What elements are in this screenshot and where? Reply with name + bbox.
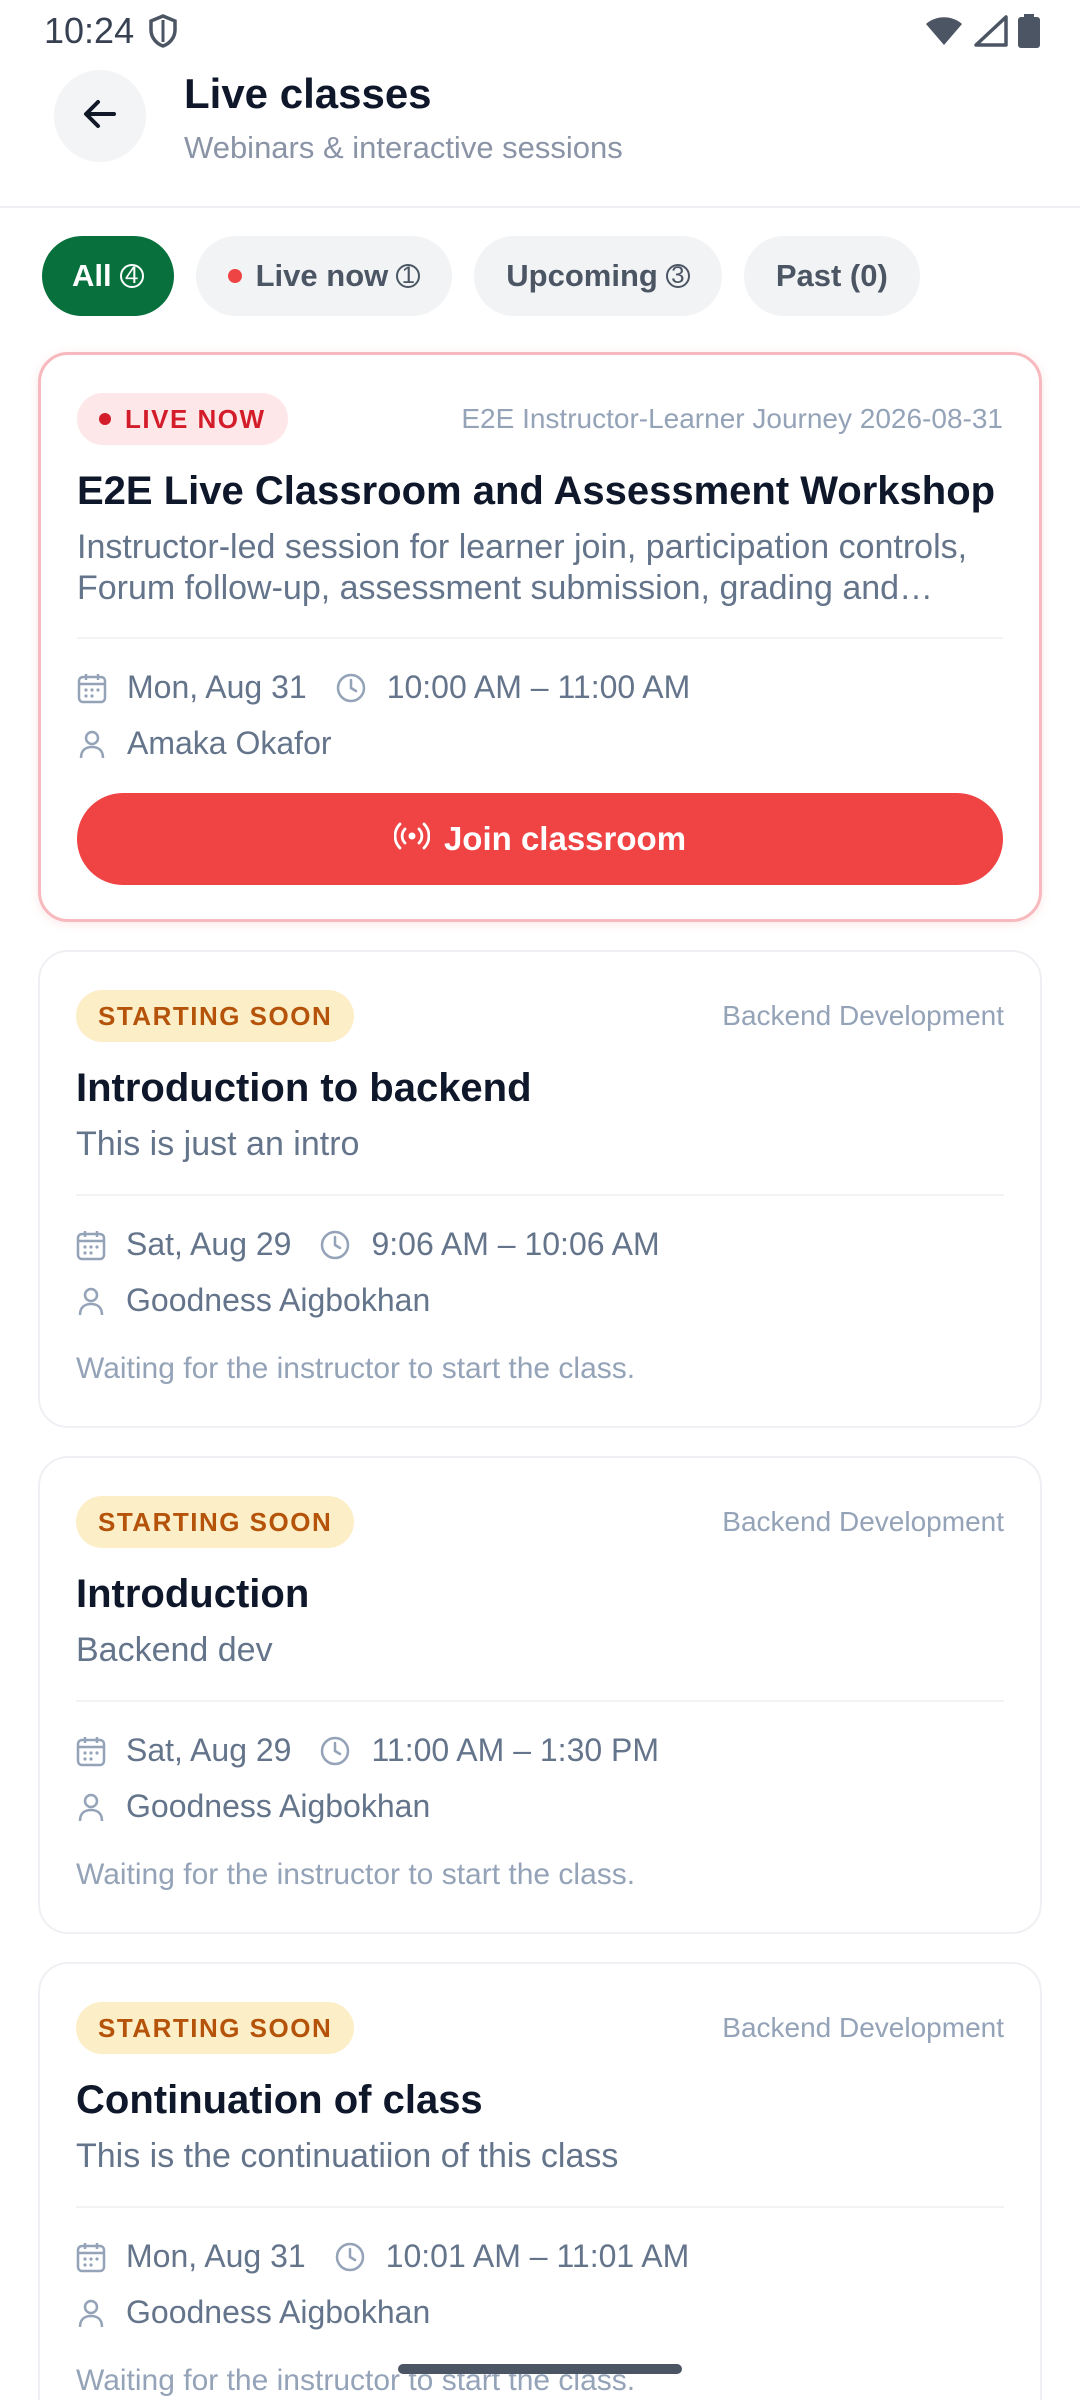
class-card[interactable]: STARTING SOON Backend Development Contin…: [38, 1962, 1042, 2400]
status-time: 10:24: [44, 10, 135, 51]
live-dot-icon: [227, 269, 242, 283]
clock-icon: [334, 2241, 366, 2273]
status-note: Waiting for the instructor to start the …: [76, 1858, 636, 1891]
page-subtitle: Webinars & interactive sessions: [184, 130, 623, 165]
tab-past[interactable]: Past (0): [743, 236, 920, 316]
schedule-row: Sat, Aug 29 11:00 AM – 1:30 PM: [76, 1732, 659, 1769]
class-date: Sat, Aug 29: [126, 1226, 292, 1262]
schedule-row: Sat, Aug 29 9:06 AM – 10:06 AM: [76, 1226, 660, 1263]
instructor-name: Goodness Aigbokhan: [126, 2294, 431, 2330]
instructor-name: Goodness Aigbokhan: [126, 1788, 431, 1824]
arrow-left-icon: [80, 94, 120, 139]
back-button[interactable]: [54, 70, 146, 162]
person-icon: [76, 1285, 106, 1317]
status-badge: STARTING SOON: [76, 1496, 355, 1548]
status-badge-label: LIVE NOW: [125, 403, 266, 434]
shield-icon: [148, 14, 178, 53]
class-title: E2E Live Classroom and Assessment Worksh…: [77, 469, 996, 513]
divider: [76, 1700, 1004, 1702]
clock-icon: [319, 1735, 351, 1767]
class-card[interactable]: STARTING SOON Backend Development Introd…: [38, 1456, 1042, 1934]
tab-label: Live now: [255, 258, 389, 293]
instructor-name: Goodness Aigbokhan: [126, 1282, 431, 1318]
instructor-name: Amaka Okafor: [127, 725, 332, 761]
class-time: 10:00 AM – 11:00 AM: [386, 669, 691, 705]
tab-count: 1: [396, 264, 421, 288]
instructor-row: Amaka Okafor: [77, 725, 332, 762]
calendar-icon: [77, 672, 107, 704]
class-title: Continuation of class: [76, 2078, 483, 2122]
instructor-row: Goodness Aigbokhan: [76, 2294, 430, 2331]
clock-icon: [335, 672, 367, 704]
battery-icon: [1018, 14, 1040, 53]
clock-icon: [319, 1229, 351, 1261]
tab-label: All: [72, 258, 112, 293]
class-date: Sat, Aug 29: [126, 1732, 292, 1768]
class-card[interactable]: STARTING SOON Backend Development Introd…: [38, 950, 1042, 1428]
signal-icon: [974, 15, 1008, 52]
status-badge: LIVE NOW: [77, 393, 288, 445]
tab-label: Past (0): [775, 258, 888, 293]
tab-live-now[interactable]: Live now 1: [195, 236, 453, 316]
person-icon: [76, 1791, 106, 1823]
instructor-row: Goodness Aigbokhan: [76, 1282, 430, 1319]
class-description: This is just an intro: [76, 1125, 360, 1163]
class-time: 11:00 AM – 1:30 PM: [371, 1732, 660, 1768]
course-name: Backend Development: [722, 2012, 1004, 2043]
join-classroom-button[interactable]: Join classroom: [77, 793, 1003, 885]
calendar-icon: [76, 1229, 106, 1261]
filter-tabs: All 4 Live now 1 Upcoming 3 Past (0): [42, 236, 920, 316]
course-name: Backend Development: [722, 1506, 1004, 1537]
divider: [76, 2206, 1004, 2208]
status-bar: 10:24: [0, 0, 1080, 62]
class-time: 10:01 AM – 11:01 AM: [385, 2238, 690, 2274]
course-name: Backend Development: [722, 1000, 1004, 1031]
tab-count: 3: [665, 264, 690, 288]
divider: [77, 637, 1003, 639]
wifi-icon: [924, 15, 964, 52]
live-dot-icon: [99, 413, 111, 425]
schedule-row: Mon, Aug 31 10:01 AM – 11:01 AM: [76, 2238, 689, 2275]
status-badge: STARTING SOON: [76, 990, 355, 1042]
divider: [76, 1194, 1004, 1196]
calendar-icon: [76, 2241, 106, 2273]
tab-all[interactable]: All 4: [42, 236, 174, 316]
instructor-row: Goodness Aigbokhan: [76, 1788, 430, 1825]
class-description: Backend dev: [76, 1631, 273, 1669]
course-name: E2E Instructor-Learner Journey 2026-08-3…: [461, 403, 1003, 434]
status-icons: [924, 14, 1040, 53]
class-title: Introduction: [76, 1572, 310, 1616]
class-date: Mon, Aug 31: [126, 2238, 306, 2274]
app-header: Live classes Webinars & interactive sess…: [0, 62, 1080, 208]
class-title: Introduction to backend: [76, 1066, 532, 1110]
class-date: Mon, Aug 31: [127, 669, 307, 705]
class-description: This is the continuatiion of this class: [76, 2137, 619, 2175]
person-icon: [77, 728, 107, 760]
tab-count: 4: [119, 264, 144, 288]
class-description: Instructor-led session for learner join,…: [77, 528, 968, 607]
status-note: Waiting for the instructor to start the …: [76, 1352, 636, 1385]
tab-upcoming[interactable]: Upcoming 3: [474, 236, 722, 316]
class-card[interactable]: LIVE NOW E2E Instructor-Learner Journey …: [38, 352, 1042, 922]
join-classroom-label: Join classroom: [443, 820, 687, 857]
status-badge: STARTING SOON: [76, 2002, 355, 2054]
person-icon: [76, 2297, 106, 2329]
schedule-row: Mon, Aug 31 10:00 AM – 11:00 AM: [77, 669, 690, 706]
class-time: 9:06 AM – 10:06 AM: [371, 1226, 660, 1262]
calendar-icon: [76, 1735, 106, 1767]
page-title: Live classes: [184, 70, 432, 117]
tab-label: Upcoming: [506, 258, 658, 293]
broadcast-icon: [393, 820, 431, 858]
home-indicator[interactable]: [398, 2364, 682, 2374]
